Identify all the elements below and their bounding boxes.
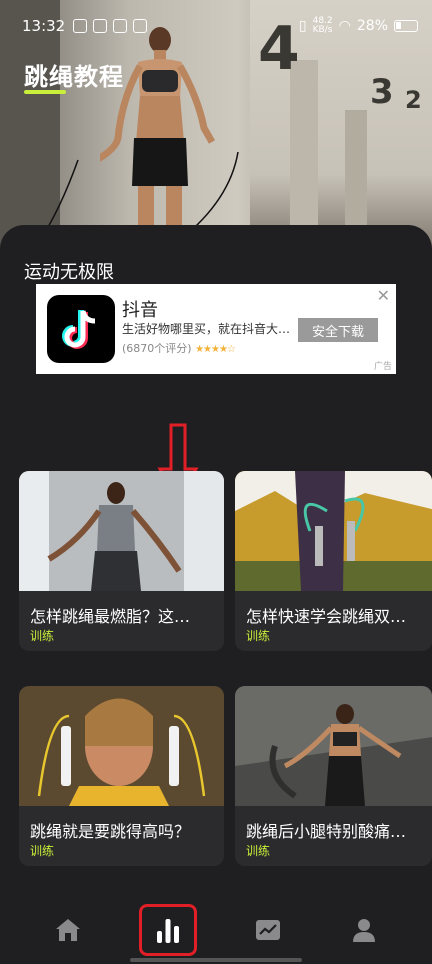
wifi-icon: ◠	[338, 18, 351, 34]
card-image	[19, 471, 224, 591]
card-tag: 训练	[30, 629, 55, 643]
ad-app-name: 抖音	[122, 300, 158, 321]
notification-icon	[73, 19, 88, 33]
home-indicator	[130, 958, 302, 962]
net-speed-unit: KB/s	[312, 25, 333, 35]
battery-icon	[394, 20, 418, 32]
nav-stats[interactable]	[139, 903, 197, 956]
card-workout-2[interactable]: 怎样快速学会跳绳双… 训练	[235, 471, 432, 651]
user-icon	[353, 918, 375, 942]
vibrate-icon: ▯	[298, 18, 307, 34]
nav-trend[interactable]	[243, 905, 293, 955]
ad-rating-count: (6870个评分)	[122, 342, 192, 355]
card-tag: 训练	[246, 844, 271, 858]
ad-rating-stars: ★★★★☆	[195, 344, 236, 355]
ad-description: 生活好物哪里买，就在抖音大…	[122, 322, 291, 336]
card-title: 跳绳就是要跳得高吗？	[30, 822, 191, 841]
wall-number-3: 3	[370, 72, 394, 112]
card-image	[235, 686, 432, 806]
status-bar: 13:32 ▯ 48.2 KB/s ◠ 28%	[0, 0, 432, 52]
net-speed: 48.2 KB/s	[313, 17, 333, 35]
ad-close-icon[interactable]: ✕	[377, 286, 390, 305]
home-icon	[56, 918, 80, 941]
status-time: 13:32	[22, 17, 66, 35]
title-underline	[24, 90, 66, 94]
message-icon	[133, 19, 148, 33]
card-title: 怎样快速学会跳绳双…	[246, 607, 407, 626]
card-tag: 训练	[246, 629, 271, 643]
battery-percent: 28%	[356, 18, 388, 34]
nav-profile[interactable]	[339, 905, 389, 955]
card-title: 怎样跳绳最燃脂？这…	[30, 607, 191, 626]
nav-home[interactable]	[43, 905, 93, 955]
douyin-logo-icon	[47, 295, 115, 363]
ad-rating: (6870个评分) ★★★★☆	[122, 340, 236, 356]
card-workout-1[interactable]: 怎样跳绳最燃脂？这… 训练	[19, 471, 224, 651]
play-store-icon	[113, 19, 128, 33]
ad-tag: 广告	[373, 362, 392, 372]
bottom-nav	[0, 895, 432, 964]
card-image	[19, 686, 224, 806]
card-workout-3[interactable]: 跳绳就是要跳得高吗？ 训练	[19, 686, 224, 866]
card-tag: 训练	[30, 844, 55, 858]
card-image	[235, 471, 432, 591]
app-notification-icon	[93, 19, 108, 33]
ad-download-button[interactable]: 安全下载	[298, 318, 378, 342]
card-workout-4[interactable]: 跳绳后小腿特别酸痛… 训练	[235, 686, 432, 866]
ad-banner[interactable]: 抖音 生活好物哪里买，就在抖音大… (6870个评分) ★★★★☆ 安全下载 ✕…	[36, 284, 396, 374]
card-title: 跳绳后小腿特别酸痛…	[246, 822, 407, 841]
section-title: 运动无极限	[24, 262, 114, 283]
stats-bars-icon	[157, 918, 179, 943]
page-title: 跳绳教程	[24, 63, 124, 91]
wall-number-2: 2	[405, 86, 422, 114]
trend-chart-icon	[256, 919, 280, 940]
